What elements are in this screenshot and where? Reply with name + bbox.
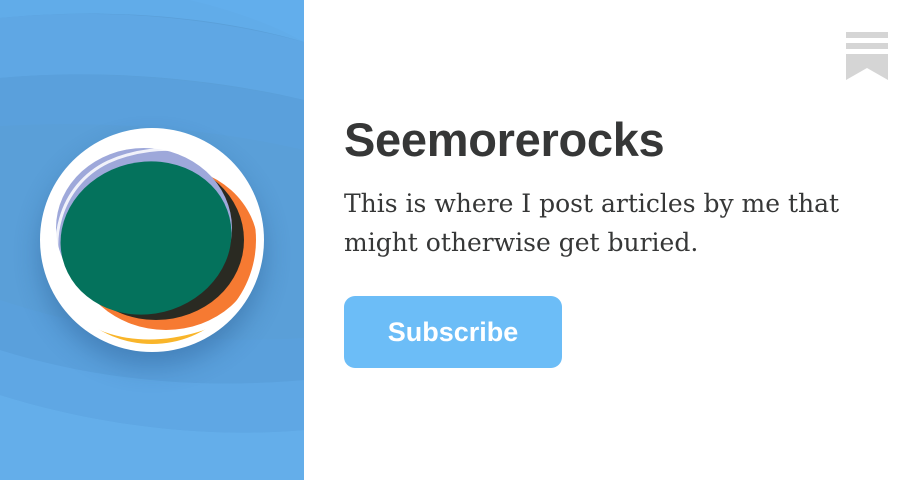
subscribe-button[interactable]: Subscribe bbox=[344, 296, 562, 368]
publication-description: This is where I post articles by me that… bbox=[344, 189, 840, 257]
cover-background bbox=[0, 0, 304, 480]
green-disc-logo-icon bbox=[48, 136, 256, 344]
publication-title: Seemorerocks bbox=[344, 113, 665, 166]
substack-bookmark-icon bbox=[846, 32, 888, 80]
publication-card: Seemorerocks This is where I post articl… bbox=[0, 0, 920, 480]
publication-logo bbox=[40, 128, 264, 352]
